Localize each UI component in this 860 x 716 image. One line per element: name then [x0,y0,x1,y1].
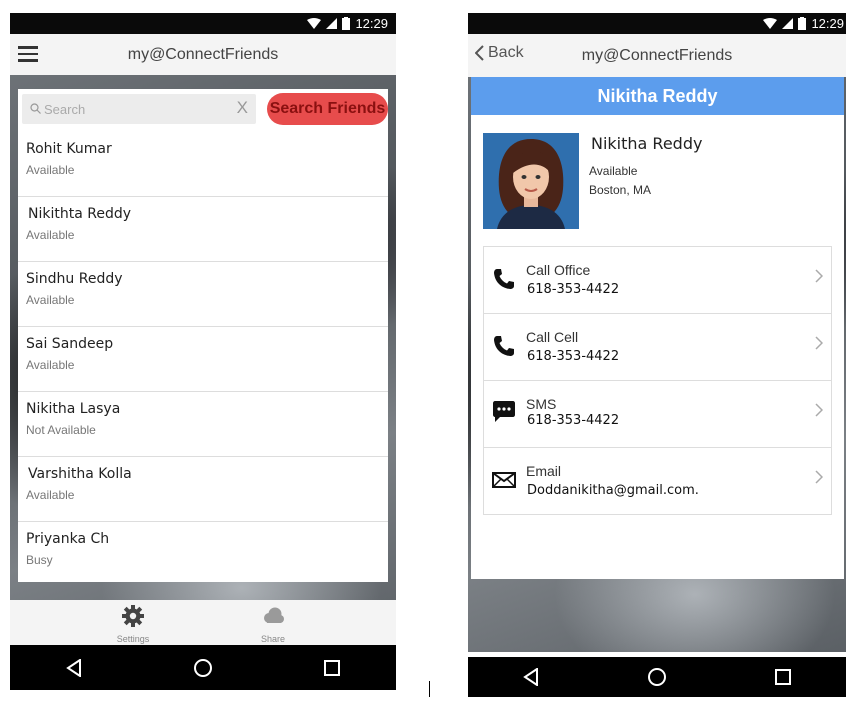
action-value: 618-353-4422 [527,349,620,364]
action-value: 618-353-4422 [527,282,620,297]
tab-settings-label: Settings [116,634,150,644]
email-row[interactable]: Email Doddanikitha@gmail.com. [484,448,831,514]
friends-list-card: X Search Friends Rohit Kumar Available N… [18,89,388,582]
friend-detail-card: Nikitha Reddy Nikitha Reddy Available Bo… [471,77,844,579]
friend-status: Not Available [26,423,96,437]
friend-name: Rohit Kumar [26,141,112,157]
profile-location: Boston, MA [589,183,652,197]
profile-status: Available [589,164,638,178]
action-value: 618-353-4422 [527,413,620,428]
app-bar: my@ConnectFriends [10,34,396,75]
friend-name: Nikitha Lasya [26,401,121,417]
chevron-right-icon [815,403,823,417]
app-title: my@ConnectFriends [127,46,279,63]
tab-settings[interactable]: Settings [103,604,163,644]
status-time: 12:29 [355,16,388,31]
friend-status: Available [26,163,75,177]
call-cell-row[interactable]: Call Cell 618-353-4422 [484,314,831,381]
wifi-icon [763,18,778,29]
friend-status: Available [26,293,75,307]
status-bar: 12:29 [10,13,396,34]
tab-share-label: Share [260,634,286,644]
battery-icon [798,17,807,30]
nav-recents-icon[interactable] [775,669,792,685]
action-value: Doddanikitha@gmail.com. [527,483,699,498]
search-input[interactable] [44,98,224,120]
friend-list-item[interactable]: Sai Sandeep Available [18,327,388,392]
avatar [483,133,579,229]
friend-status: Available [26,228,75,242]
chevron-right-icon [815,470,823,484]
search-friends-button[interactable]: Search Friends [267,93,388,125]
nav-home-icon[interactable] [647,668,666,686]
phone-icon [494,336,514,356]
friend-list-item[interactable]: Nikithta Reddy Available [18,197,388,262]
action-label: Call Cell [526,329,579,345]
action-label: SMS [526,396,557,412]
friend-status: Available [26,358,75,372]
nav-recents-icon[interactable] [324,659,340,676]
nav-back-icon[interactable] [66,658,82,677]
friend-name: Sindhu Reddy [26,271,123,287]
system-nav-bar [468,657,846,697]
nav-back-icon[interactable] [522,668,539,686]
signal-icon [782,18,794,29]
app-bar: Back my@ConnectFriends [468,34,846,77]
friend-list-item[interactable]: Rohit Kumar Available [18,132,388,197]
app-title: my@ConnectFriends [581,47,733,64]
friend-name: Varshitha Kolla [28,466,132,482]
bottom-tab-bar: Settings Share [10,600,396,645]
clear-search-button[interactable]: X [237,98,248,118]
name-banner: Nikitha Reddy [471,77,844,115]
friend-name: Sai Sandeep [26,336,114,352]
friend-list-item[interactable]: Varshitha Kolla Available [18,457,388,522]
battery-icon [342,17,351,30]
search-icon [30,103,41,114]
signal-icon [326,18,338,29]
gear-icon [122,605,144,627]
call-office-row[interactable]: Call Office 618-353-4422 [484,247,831,314]
chevron-right-icon [815,336,823,350]
text-cursor-mark [429,681,430,697]
friend-name: Nikithta Reddy [28,206,132,222]
tab-share[interactable]: Share [243,604,303,644]
chevron-right-icon [815,269,823,283]
friend-status: Busy [26,553,53,567]
friend-list-item[interactable]: Sindhu Reddy Available [18,262,388,327]
friend-status: Available [26,488,75,502]
friend-list-item[interactable]: Priyanka Ch Busy [18,522,388,586]
profile-name: Nikitha Reddy [591,134,703,153]
sms-row[interactable]: SMS 618-353-4422 [484,381,831,448]
friend-name: Priyanka Ch [26,531,110,547]
action-label: Email [526,463,562,479]
cloud-icon [264,607,284,623]
system-nav-bar [10,645,396,690]
status-bar: 12:29 [468,13,846,34]
status-time: 12:29 [811,16,844,31]
phone-icon [494,269,514,289]
nav-home-icon[interactable] [194,658,212,677]
friend-detail-screen: 12:29 Back my@ConnectFriends Nikitha Red… [468,13,846,697]
action-label: Call Office [526,262,591,278]
chat-bubble-icon [493,401,515,422]
search-box: X [22,94,256,124]
envelope-icon [492,472,516,488]
friend-list-item[interactable]: Nikitha Lasya Not Available [18,392,388,457]
wifi-icon [307,18,322,29]
friends-list-screen: 12:29 my@ConnectFriends X Search Friends… [10,13,396,690]
contact-actions: Call Office 618-353-4422 Call Cell 618-3… [483,246,832,515]
